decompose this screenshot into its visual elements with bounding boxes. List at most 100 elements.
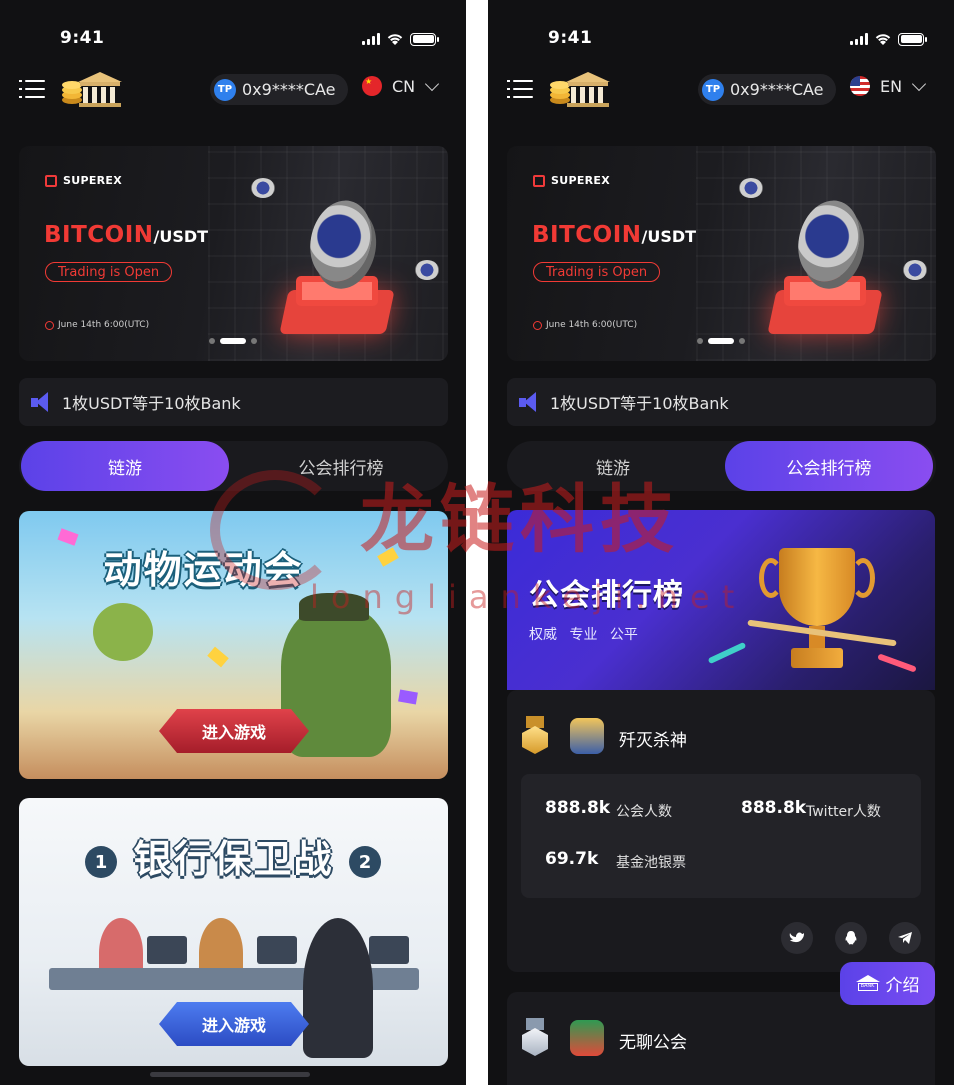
- fund-pool-value: 69.7k: [545, 849, 599, 869]
- ranking-title: 公会排行榜: [529, 578, 684, 613]
- small-coin-illustration: [251, 178, 275, 198]
- announcement-text: 1枚USDT等于10枚Bank: [62, 394, 241, 413]
- monitor-illustration: [147, 936, 187, 964]
- trading-pair: BITCOIN/USDT: [532, 222, 696, 248]
- bank-logo-icon: [62, 72, 122, 107]
- intro-button-label: 介绍: [885, 976, 920, 996]
- game-card-animal-sports[interactable]: 动物运动会 进入游戏: [19, 511, 448, 779]
- bank-icon: BANK: [855, 974, 880, 993]
- game-title: 银行保卫战: [133, 837, 334, 881]
- language-code: CN: [392, 76, 416, 96]
- china-flag-icon: [362, 76, 382, 96]
- language-code: EN: [880, 76, 903, 96]
- section-tabs: 链游 公会排行榜: [19, 441, 448, 491]
- wallet-address-pill[interactable]: TP 0x9****CAe: [698, 74, 836, 105]
- carousel-dots[interactable]: [697, 338, 745, 344]
- member-count-value: 888.8k: [545, 798, 611, 818]
- battery-icon: [898, 32, 927, 46]
- superex-brand: SUPEREX: [533, 174, 610, 187]
- enter-game-button[interactable]: 进入游戏: [159, 1002, 309, 1046]
- superex-brand-text: SUPEREX: [551, 174, 610, 187]
- wallet-address-pill[interactable]: TP 0x9****CAe: [210, 74, 348, 105]
- wifi-icon: [387, 34, 403, 45]
- launch-date: June 14th 6:00(UTC): [533, 320, 637, 330]
- member-count-label: 公会人数: [616, 804, 672, 820]
- pair-base: BITCOIN: [532, 222, 642, 248]
- wifi-icon: [875, 34, 891, 45]
- language-selector[interactable]: CN: [362, 76, 440, 96]
- clock-icon: [533, 320, 542, 330]
- pair-quote: /USDT: [641, 227, 697, 246]
- tab-guild-ranking[interactable]: 公会排行榜: [237, 441, 445, 491]
- superex-logo-icon: [533, 174, 545, 187]
- guild-card[interactable]: 歼灭杀神 888.8k 公会人数 888.8k Twitter人数 69.7k …: [507, 690, 935, 972]
- signal-icon: [362, 33, 380, 45]
- battery-icon: [410, 32, 439, 46]
- wallet-address: 0x9****CAe: [242, 80, 336, 99]
- status-bar: 9:41: [488, 28, 954, 52]
- tab-guild-ranking[interactable]: 公会排行榜: [725, 441, 933, 491]
- robber-character: [303, 918, 373, 1058]
- superex-brand-text: SUPEREX: [63, 174, 122, 187]
- twitter-icon[interactable]: [781, 922, 813, 954]
- status-time: 9:41: [548, 28, 593, 48]
- twitter-count-value: 888.8k: [741, 798, 807, 818]
- status-time: 9:41: [60, 28, 105, 48]
- wallet-address: 0x9****CAe: [730, 80, 824, 99]
- qq-icon[interactable]: [835, 922, 867, 954]
- us-flag-icon: [850, 76, 870, 96]
- monitor-illustration: [369, 936, 409, 964]
- promo-banner[interactable]: SUPEREX BITCOIN/USDT Trading is Open Jun…: [507, 146, 936, 361]
- superex-brand: SUPEREX: [45, 174, 122, 187]
- small-coin-illustration: [739, 178, 763, 198]
- trading-open-badge: Trading is Open: [45, 262, 173, 282]
- tp-wallet-icon: TP: [214, 78, 236, 101]
- speaker-icon: [519, 391, 541, 413]
- confetti-ribbon: [707, 641, 747, 665]
- small-coin-illustration: [415, 260, 439, 280]
- status-icons: [362, 32, 439, 46]
- clock-icon: [45, 320, 54, 330]
- enter-game-button[interactable]: 进入游戏: [159, 709, 309, 753]
- confetti-ribbon: [877, 653, 917, 673]
- game-card-bank-defense[interactable]: 1 2 银行保卫战 进入游戏: [19, 798, 448, 1066]
- intro-button[interactable]: BANK 介绍: [840, 962, 935, 1005]
- monitor-illustration: [257, 936, 297, 964]
- promo-banner[interactable]: SUPEREX BITCOIN/USDT Trading is Open Jun…: [19, 146, 448, 361]
- game-title: 动物运动会: [103, 548, 304, 592]
- signal-icon: [850, 33, 868, 45]
- language-selector[interactable]: EN: [850, 76, 927, 96]
- app-header: TP 0x9****CAe CN: [0, 70, 466, 110]
- guild-name: 无聊公会: [619, 1033, 687, 1053]
- announcement-text: 1枚USDT等于10枚Bank: [550, 394, 729, 413]
- ranking-subtitle: 权威 专业 公平: [529, 627, 638, 643]
- tp-wallet-icon: TP: [702, 78, 724, 101]
- launch-date-text: June 14th 6:00(UTC): [546, 320, 638, 330]
- announcement-bar[interactable]: 1枚USDT等于10枚Bank: [19, 378, 448, 426]
- silver-medal-icon: [522, 1018, 548, 1058]
- guild-card[interactable]: 无聊公会: [507, 992, 935, 1085]
- tab-chain-games[interactable]: 链游: [21, 441, 229, 491]
- fund-pool-label: 基金池银票: [616, 855, 686, 871]
- carousel-dots[interactable]: [209, 338, 257, 344]
- telegram-icon[interactable]: [889, 922, 921, 954]
- phone-screen-chain-games: 9:41 TP 0x9****CAe ★ CN SUPEREX BITCOIN/…: [0, 0, 466, 1085]
- guild-ranking-banner: 公会排行榜 权威 专业 公平: [507, 510, 935, 690]
- screenshot-stage: 9:41 TP 0x9****CAe ★ CN SUPEREX BITCOIN/…: [0, 0, 957, 1085]
- phone-screen-guild-ranking: 9:41 TP 0x9****CAe EN SUPEREX BITCOIN/US…: [488, 0, 954, 1085]
- guild-avatar: [570, 1020, 604, 1056]
- menu-icon[interactable]: [19, 78, 45, 100]
- menu-icon[interactable]: [507, 78, 533, 100]
- launch-date-text: June 14th 6:00(UTC): [58, 320, 150, 330]
- status-icons: [850, 32, 927, 46]
- tab-chain-games[interactable]: 链游: [509, 441, 717, 491]
- home-indicator: [150, 1072, 310, 1077]
- announcement-bar[interactable]: 1枚USDT等于10枚Bank: [507, 378, 936, 426]
- military-cap: [299, 593, 369, 621]
- app-header: TP 0x9****CAe EN: [488, 70, 954, 110]
- small-coin-illustration: [903, 260, 927, 280]
- speaker-icon: [31, 391, 53, 413]
- gold-medal-icon: [522, 716, 548, 756]
- chevron-down-icon: [912, 76, 927, 91]
- guild-avatar: [570, 718, 604, 754]
